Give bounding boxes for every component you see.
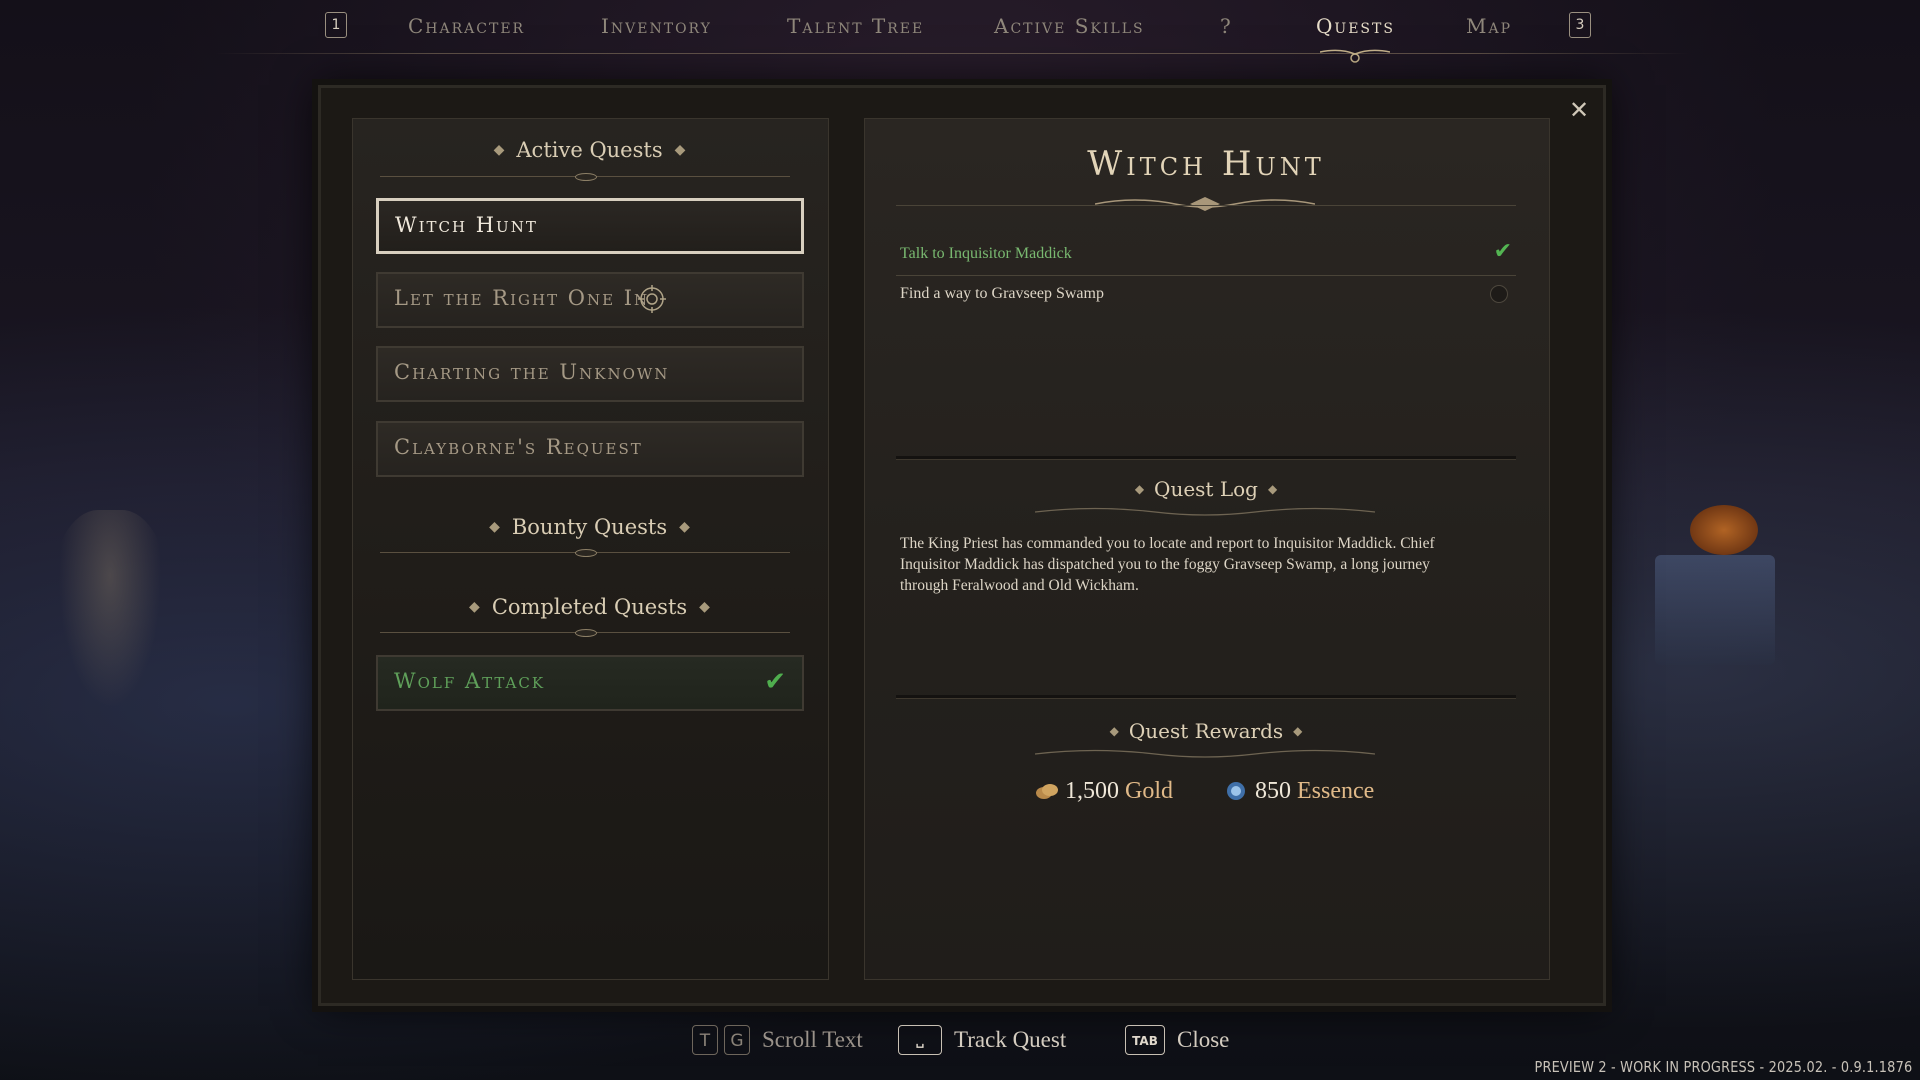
objective-row: Talk to Inquisitor Maddick ✔ — [900, 239, 1512, 269]
active-quests-header: ◆ Active Quests ◆ — [493, 138, 686, 162]
background-pumpkin — [1690, 505, 1758, 555]
prev-tab-key[interactable]: 1 — [325, 12, 347, 38]
scroll-down-key[interactable]: G — [724, 1025, 750, 1055]
quest-rewards-flourish-icon — [1035, 749, 1375, 758]
quest-title: Witch Hunt — [1087, 144, 1325, 184]
tab-unknown[interactable]: ? — [1220, 14, 1233, 38]
tab-key-icon: TAB — [1125, 1025, 1165, 1055]
objective-incomplete-circle-icon — [1490, 285, 1508, 303]
quest-item-wolf-attack[interactable]: Wolf Attack ✔ — [376, 655, 804, 711]
check-icon: ✔ — [764, 667, 786, 697]
quest-rewards-header: ◆ Quest Rewards ◆ — [1109, 719, 1303, 743]
quest-item-label: Clayborne's Request — [394, 435, 643, 459]
top-navigation-bar: 1 Character Inventory Talent Tree Active… — [0, 0, 1920, 63]
completed-quests-header: ◆ Completed Quests ◆ — [469, 595, 710, 619]
tab-map[interactable]: Map — [1466, 14, 1512, 38]
scroll-up-key[interactable]: T — [692, 1025, 718, 1055]
close-hint[interactable]: TAB Close — [1125, 1025, 1229, 1057]
quest-item-label: Wolf Attack — [394, 669, 546, 693]
quest-log-text: The King Priest has commanded you to loc… — [900, 535, 1435, 594]
quest-log-bottom-divider — [896, 695, 1516, 698]
tracked-quest-crosshair-icon — [638, 285, 666, 313]
build-version-label: PREVIEW 2 - WORK IN PROGRESS - 2025.02. … — [1534, 1058, 1912, 1076]
next-tab-key[interactable]: 3 — [1569, 12, 1591, 38]
active-quests-divider — [380, 173, 790, 181]
tab-talent-tree[interactable]: Talent Tree — [787, 14, 924, 38]
quest-log-header: ◆ Quest Log ◆ — [1134, 477, 1278, 501]
objective-text: Talk to Inquisitor Maddick — [900, 245, 1072, 262]
essence-orb-icon — [1227, 782, 1245, 800]
quest-item-witch-hunt[interactable]: Witch Hunt — [376, 198, 804, 254]
gold-coin-icon — [1036, 784, 1058, 799]
active-tab-ornament-icon — [1320, 49, 1390, 63]
bounty-quests-header: ◆ Bounty Quests ◆ — [489, 515, 690, 539]
background-crates — [1655, 555, 1775, 665]
close-icon[interactable]: ✕ — [1565, 96, 1593, 124]
completed-quests-divider — [380, 629, 790, 637]
reward-gold: 1,500 Gold — [1035, 778, 1173, 812]
objectives-bottom-divider — [896, 456, 1516, 459]
quest-item-label: Charting the Unknown — [394, 360, 670, 384]
title-flourish-icon — [1095, 197, 1315, 211]
quest-item-claybornes-request[interactable]: Clayborne's Request — [376, 421, 804, 477]
background-villager — [50, 510, 170, 730]
objective-divider — [896, 275, 1516, 276]
objective-text: Find a way to Gravseep Swamp — [900, 285, 1104, 302]
quest-log-flourish-icon — [1035, 507, 1375, 516]
tab-quests[interactable]: Quests — [1316, 14, 1395, 38]
scroll-text-hint: T G Scroll Text — [692, 1025, 863, 1057]
tab-active-skills[interactable]: Active Skills — [994, 14, 1145, 38]
quest-item-let-the-right-one-in[interactable]: Let the Right One In — [376, 272, 804, 328]
objective-row: Find a way to Gravseep Swamp — [900, 279, 1512, 309]
reward-essence: 850 Essence — [1225, 778, 1374, 812]
quest-item-label: Witch Hunt — [395, 213, 538, 237]
bounty-quests-divider — [380, 549, 790, 557]
quest-item-charting-the-unknown[interactable]: Charting the Unknown — [376, 346, 804, 402]
track-quest-hint[interactable]: ␣ Track Quest — [898, 1025, 1066, 1057]
title-divider — [896, 205, 1516, 206]
objective-check-icon: ✔ — [1493, 239, 1512, 264]
spacebar-key-icon: ␣ — [898, 1025, 942, 1055]
quest-item-label: Let the Right One In — [394, 286, 650, 310]
tab-character[interactable]: Character — [408, 14, 525, 38]
tab-inventory[interactable]: Inventory — [601, 14, 712, 38]
nav-divider — [215, 53, 1690, 54]
